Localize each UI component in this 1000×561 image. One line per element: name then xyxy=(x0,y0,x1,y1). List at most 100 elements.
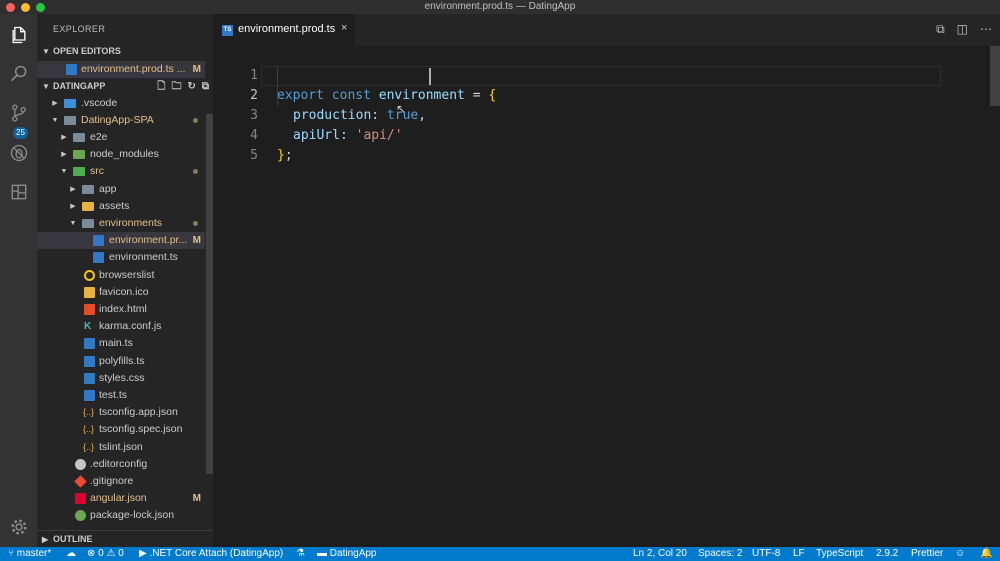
warning-count: 0 xyxy=(118,548,124,559)
tree-item-polyfills[interactable]: polyfills.ts xyxy=(37,353,205,370)
code-line-3: 3 apiUrl: 'api/' xyxy=(213,86,1000,143)
tree-item-tsconfig-app[interactable]: {..} tsconfig.app.json xyxy=(37,404,205,421)
tree-item-tsconfig-spec[interactable]: {..} tsconfig.spec.json xyxy=(37,421,205,438)
modified-badge: M xyxy=(192,235,201,246)
tree-item-browserslist[interactable]: browserslist xyxy=(37,267,205,284)
notifications-icon[interactable]: 🔔 xyxy=(980,547,992,561)
new-folder-icon[interactable]: 🗀 xyxy=(171,78,181,95)
window-title: environment.prod.ts — DatingApp xyxy=(424,1,576,12)
chevron-down-icon: ▼ xyxy=(42,47,50,56)
tree-item-environment[interactable]: environment.ts xyxy=(37,249,205,266)
chevron-right-icon: ▶ xyxy=(61,134,67,141)
project-header[interactable]: ▼ DATINGAPP 🗋 🗀 ↻ ⧉ xyxy=(37,78,213,95)
tree-item-karma-conf[interactable]: K karma.conf.js xyxy=(37,318,205,335)
refresh-icon[interactable]: ↻ xyxy=(187,78,195,95)
typescript-file-icon: TS xyxy=(222,25,233,36)
search-icon[interactable] xyxy=(0,57,37,91)
open-editor-item[interactable]: environment.prod.ts ... M xyxy=(37,61,205,78)
chevron-down-icon: ▼ xyxy=(69,220,77,227)
branch-indicator[interactable]: ⑂ master* xyxy=(8,547,51,561)
editor-scrollbar[interactable] xyxy=(990,46,1000,106)
tree-item-vscode[interactable]: ▶ .vscode xyxy=(37,95,205,112)
code-line-4: 4 }; xyxy=(213,106,1000,163)
files-icon[interactable] xyxy=(0,18,37,52)
tree-item-environments[interactable]: ▼ environments xyxy=(37,215,205,232)
tree-item-favicon[interactable]: favicon.ico xyxy=(37,284,205,301)
code-line-1: 1 export const environment = { xyxy=(213,46,1000,103)
explorer-sidebar: EXPLORER ▼ OPEN EDITORS environment.prod… xyxy=(37,14,213,547)
live-share-icon[interactable]: ⚗ xyxy=(296,547,305,561)
modified-dot xyxy=(193,169,198,174)
typescript-file-icon xyxy=(93,235,104,246)
npm-file-icon xyxy=(75,510,86,521)
collapse-all-icon[interactable]: ⧉ xyxy=(202,78,209,95)
chevron-right-icon: ▶ xyxy=(42,535,49,544)
token-punctuation: ; xyxy=(284,148,293,163)
maximize-window-button[interactable] xyxy=(36,3,45,12)
cursor-position[interactable]: Ln 2, Col 20 xyxy=(633,547,687,561)
image-file-icon xyxy=(84,287,95,298)
tree-item-package-lock[interactable]: package-lock.json xyxy=(37,507,205,524)
formatter[interactable]: Prettier xyxy=(911,547,943,561)
git-file-icon xyxy=(74,475,87,488)
typescript-file-icon xyxy=(93,252,104,263)
chevron-down-icon: ▼ xyxy=(51,117,59,124)
modified-dot xyxy=(193,221,198,226)
editorconfig-file-icon xyxy=(75,459,86,470)
tree-item-angular-json[interactable]: angular.json M xyxy=(37,490,205,507)
outline-label: OUTLINE xyxy=(53,534,93,544)
workspace-folder[interactable]: ▬ DatingApp xyxy=(317,547,376,561)
tree-item-src[interactable]: ▼ src xyxy=(37,163,205,180)
split-editor-icon[interactable]: ◫ xyxy=(957,22,968,37)
sync-icon[interactable]: ☁ xyxy=(66,547,76,561)
line-ending[interactable]: LF xyxy=(793,547,805,561)
typescript-file-icon xyxy=(84,356,95,367)
tree-item-datingapp-spa[interactable]: ▼ DatingApp-SPA xyxy=(37,112,205,129)
tree-item-test[interactable]: test.ts xyxy=(37,387,205,404)
tree-item-app[interactable]: ▶ app xyxy=(37,181,205,198)
debug-config[interactable]: ▶ .NET Core Attach (DatingApp) xyxy=(139,547,283,561)
close-window-button[interactable] xyxy=(6,3,15,12)
src-folder-icon xyxy=(73,167,85,176)
tree-item-styles[interactable]: styles.css xyxy=(37,370,205,387)
source-control-icon[interactable] xyxy=(0,96,37,130)
tree-item-environment-prod[interactable]: environment.pr... M xyxy=(37,232,205,249)
extensions-icon[interactable] xyxy=(0,175,37,209)
open-editor-label: environment.prod.ts ... xyxy=(81,63,186,75)
tree-item-main[interactable]: main.ts xyxy=(37,335,205,352)
close-icon[interactable]: × xyxy=(341,22,347,34)
tree-item-node-modules[interactable]: ▶ node_modules xyxy=(37,146,205,163)
title-bar: environment.prod.ts — DatingApp xyxy=(0,0,1000,14)
open-editors-header[interactable]: ▼ OPEN EDITORS xyxy=(37,43,213,60)
encoding[interactable]: UTF-8 xyxy=(752,547,780,561)
gear-icon[interactable] xyxy=(0,510,37,544)
folder-icon xyxy=(82,185,94,194)
tab-label: environment.prod.ts xyxy=(238,23,336,35)
html-file-icon xyxy=(84,304,95,315)
indentation[interactable]: Spaces: 2 xyxy=(698,547,742,561)
typescript-file-icon xyxy=(66,64,77,75)
more-actions-icon[interactable]: ⋯ xyxy=(980,22,992,37)
new-file-icon[interactable]: 🗋 xyxy=(157,78,165,95)
json-file-icon: {..} xyxy=(83,442,95,452)
tab-environment-prod[interactable]: TS environment.prod.ts × xyxy=(213,14,355,46)
debug-icon[interactable] xyxy=(0,136,37,170)
tree-item-tslint[interactable]: {..} tslint.json xyxy=(37,439,205,456)
language-mode[interactable]: TypeScript xyxy=(816,547,863,561)
sidebar-scrollbar[interactable] xyxy=(206,114,213,474)
outline-header[interactable]: ▶ OUTLINE xyxy=(37,530,213,547)
tree-item-editorconfig[interactable]: .editorconfig xyxy=(37,456,205,473)
folder-open-icon xyxy=(82,219,94,228)
tree-item-e2e[interactable]: ▶ e2e xyxy=(37,129,205,146)
code-editor[interactable]: 1 export const environment = { 2 product… xyxy=(213,46,1000,547)
tree-item-assets[interactable]: ▶ assets xyxy=(37,198,205,215)
typescript-version[interactable]: 2.9.2 xyxy=(876,547,898,561)
minimize-window-button[interactable] xyxy=(21,3,30,12)
open-changes-icon[interactable]: ⧉ xyxy=(936,22,945,37)
tree-item-index-html[interactable]: index.html xyxy=(37,301,205,318)
feedback-icon[interactable]: ☺ xyxy=(955,547,965,561)
assets-folder-icon xyxy=(82,202,94,211)
problems-indicator[interactable]: ⊗ 0 ⚠ 0 xyxy=(87,547,124,561)
error-count: 0 xyxy=(98,548,104,559)
tree-item-gitignore[interactable]: .gitignore xyxy=(37,473,205,490)
